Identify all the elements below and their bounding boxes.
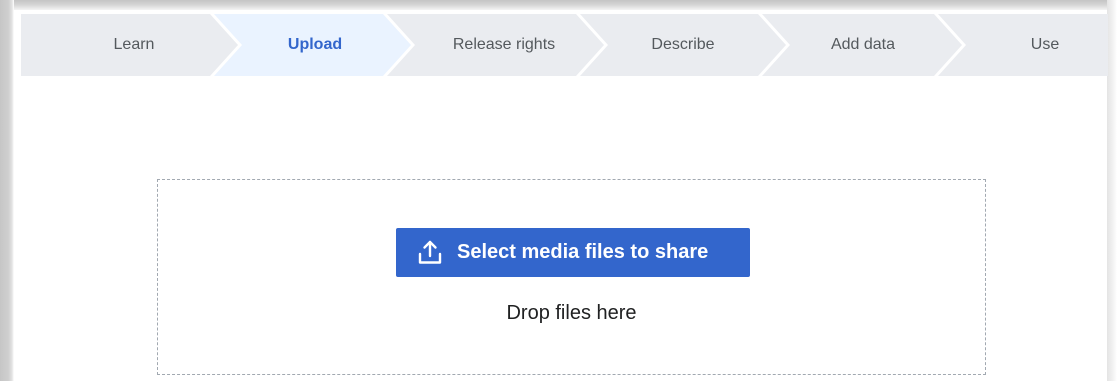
upload-icon [418, 240, 442, 265]
step-upload: Upload [287, 36, 343, 53]
window-left-border [0, 0, 14, 381]
step-add-data: Add data [830, 36, 896, 53]
upload-wizard-window: Learn Upload Release rights Describe Add… [0, 0, 1117, 381]
file-drop-zone[interactable]: Select media files to share Drop files h… [157, 179, 986, 375]
step-learn: Learn [113, 36, 155, 53]
wizard-steps: Learn Upload Release rights Describe Add… [21, 14, 1108, 76]
drop-files-hint: Drop files here [506, 302, 637, 324]
step-release-rights: Release rights [452, 36, 556, 53]
step-describe: Describe [651, 36, 715, 53]
select-media-files-label: Select media files to share [457, 241, 709, 263]
select-media-files-button[interactable]: Select media files to share [396, 228, 750, 277]
step-use: Use [1030, 36, 1060, 53]
window-top-border [0, 0, 1117, 10]
window-right-border [1107, 0, 1117, 381]
